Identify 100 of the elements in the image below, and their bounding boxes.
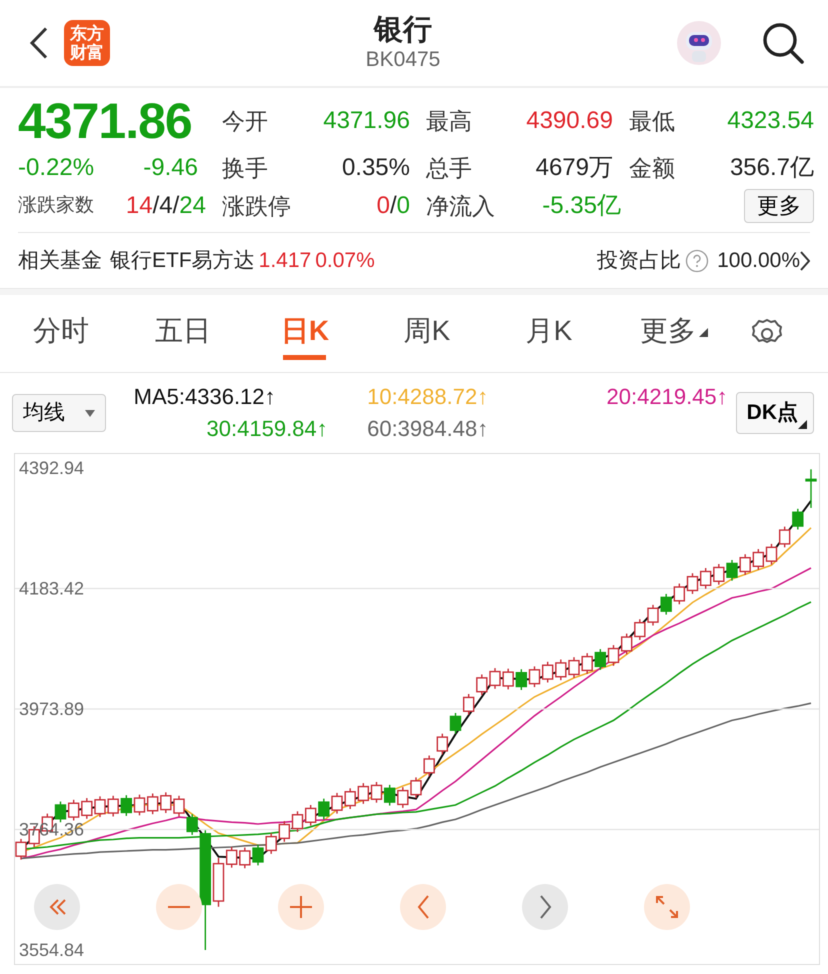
candlestick [134, 794, 146, 816]
candlestick [120, 794, 132, 817]
stat-value: / [152, 191, 160, 221]
zoom-in-button[interactable] [278, 884, 324, 930]
stat-value: 24 [179, 191, 206, 221]
candlestick [292, 810, 304, 833]
stat-label: 涨跌停 [222, 192, 291, 221]
candlestick [766, 543, 778, 566]
period-tab[interactable]: 五日 [152, 308, 214, 360]
fund-name[interactable]: 银行ETF易方达 [110, 244, 255, 276]
candlestick [608, 644, 620, 667]
period-tab[interactable]: 周K [396, 308, 458, 360]
candlestick [805, 468, 817, 509]
candlestick [568, 656, 580, 679]
period-tab[interactable]: 分时 [30, 308, 92, 360]
stat-label: 净流入 [426, 192, 495, 221]
change-value: -9.46 [143, 153, 198, 183]
stat-label: 最低 [629, 106, 675, 136]
stat-label: 今开 [222, 106, 268, 136]
candlestick [726, 559, 738, 582]
chevron-left-icon [416, 895, 430, 919]
more-button[interactable]: 更多 [744, 189, 814, 223]
candlestick [686, 572, 698, 595]
share-label: 投资占比 [597, 248, 682, 274]
period-tab[interactable]: 月K [518, 308, 580, 360]
moving-average-label: 20:4219.45↑ [606, 383, 728, 411]
candlestick [423, 754, 435, 777]
change-percent: -0.22% [18, 153, 94, 183]
candlestick [594, 648, 606, 671]
moving-average-label: MA5:4336.12↑ [132, 383, 276, 411]
stat-value: / [172, 191, 180, 221]
stat-label: 金额 [629, 154, 675, 183]
stat-value: 4679万 [536, 153, 613, 183]
stat-label: 涨跌家数 [18, 194, 94, 218]
stat-value: 0 [376, 191, 390, 221]
fund-change: 0.07% [315, 248, 375, 274]
search-icon[interactable] [762, 22, 804, 64]
candlestick [173, 795, 185, 818]
candlestick [94, 796, 106, 818]
candlestick [54, 800, 66, 823]
candlestick [15, 838, 27, 860]
fund-price: 1.417 [258, 248, 312, 274]
axis-label: 4183.42 [19, 578, 84, 598]
candlestick [186, 813, 198, 836]
candlestick [528, 666, 540, 688]
plus-icon [289, 895, 313, 919]
candlestick [516, 668, 528, 691]
candlestick [436, 732, 448, 756]
candlestick [450, 712, 462, 734]
stat-label: 最高 [426, 106, 472, 136]
stat-value: / [390, 191, 397, 221]
candlestick [384, 784, 396, 806]
candlestick [462, 693, 474, 716]
dk-point-button[interactable]: DK点 [736, 392, 814, 434]
candlestick [252, 844, 264, 866]
share-value: 100.00% [717, 248, 800, 274]
candlestick [304, 804, 316, 826]
moving-average-label: 10:4288.72↑ [367, 383, 488, 411]
candlestick [674, 582, 686, 605]
stat-value: 4 [159, 191, 173, 221]
stat-value: -5.35亿 [542, 191, 621, 221]
moving-average-label: 30:4159.84↑ [206, 415, 328, 443]
app-logo: 东方 财富 [64, 20, 110, 66]
candlestick [489, 667, 501, 690]
fund-label: 相关基金 [18, 248, 102, 274]
assistant-avatar-icon[interactable] [676, 20, 722, 66]
axis-label: 4392.94 [19, 458, 84, 478]
candlestick [331, 792, 343, 814]
stat-value: 4323.54 [727, 106, 814, 136]
dropdown-caret-icon [84, 410, 95, 416]
candlestick [778, 526, 790, 548]
stat-value: 4390.69 [526, 106, 613, 136]
zoom-out-button[interactable] [156, 884, 202, 930]
sector-code: BK0475 [366, 47, 440, 73]
period-tab[interactable]: 更多 [640, 308, 708, 360]
caret-icon [798, 420, 807, 429]
candlestick [502, 668, 514, 690]
previous-button[interactable] [400, 884, 446, 930]
stat-value: 4371.96 [323, 106, 410, 136]
expand-icon [655, 895, 679, 919]
rewind-button[interactable] [34, 884, 80, 930]
candlestick [660, 593, 672, 616]
back-icon[interactable] [30, 27, 48, 59]
candlestick [397, 786, 409, 809]
chevron-right-icon[interactable] [800, 250, 810, 270]
stat-label: 总手 [426, 154, 472, 183]
stat-value: 0 [396, 191, 410, 221]
fullscreen-button[interactable] [644, 884, 690, 930]
axis-label: 3973.89 [19, 699, 84, 719]
page-title: 银行 [374, 13, 432, 47]
chevron-right-icon [538, 895, 552, 919]
candlestick [476, 674, 488, 696]
minus-icon [167, 905, 191, 909]
candlestick [581, 652, 593, 675]
stat-value: 14 [126, 191, 153, 221]
help-icon[interactable] [685, 248, 710, 272]
last-price: 4371.86 [18, 94, 193, 148]
candlestick [410, 776, 422, 799]
indicator-select[interactable]: 均线 [12, 394, 106, 432]
axis-label: 3554.84 [19, 940, 84, 960]
